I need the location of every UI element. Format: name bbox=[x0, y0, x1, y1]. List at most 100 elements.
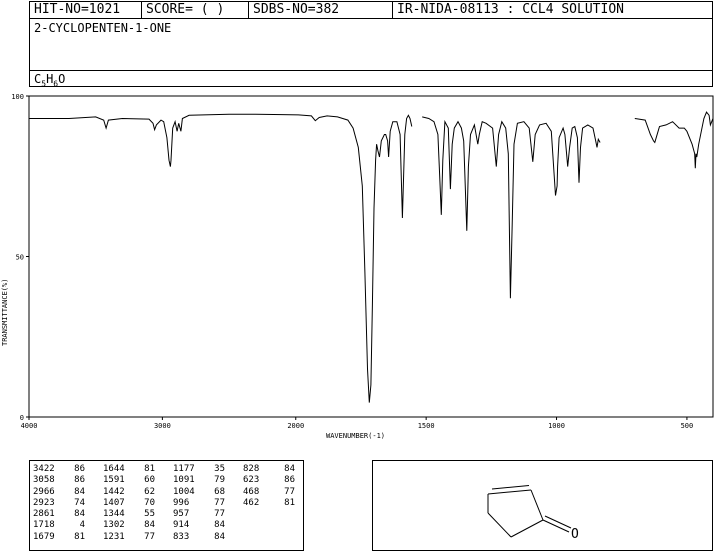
y-axis-label: TRANSMITTANCE(%) bbox=[1, 279, 9, 346]
peak-wavenumber: 2861 bbox=[33, 509, 55, 520]
axis-ticks: 4000 3000 2000 1500 1000 500 0 50 100 bbox=[11, 93, 693, 430]
peak-row: 2861 84 bbox=[33, 509, 85, 520]
peak-wavenumber: 2923 bbox=[33, 497, 55, 508]
peak-column: 1177 35 1091 79 1004 68 996 77 957 77 914 84 833 84 bbox=[173, 464, 225, 543]
y-tick-label: 50 bbox=[16, 254, 24, 262]
peak-wavenumber: 1177 bbox=[173, 464, 195, 474]
peak-row: 1302 84 bbox=[103, 520, 155, 531]
peak-wavenumber: 1407 bbox=[103, 497, 125, 508]
peak-wavenumber: 3058 bbox=[33, 475, 55, 486]
peak-table: 3422 86 3058 86 2966 84 2923 74 2861 84 1718 4 1679 8… bbox=[29, 460, 304, 551]
peak-transmittance: 84 bbox=[214, 531, 225, 542]
peak-row: 1344 55 bbox=[103, 509, 155, 520]
peak-wavenumber: 1004 bbox=[173, 486, 195, 497]
peak-wavenumber: 3422 bbox=[33, 464, 55, 474]
spectrum-svg: 4000 3000 2000 1500 1000 500 0 50 100 TRANSMITTA… bbox=[1, 93, 714, 440]
peak-transmittance: 74 bbox=[74, 497, 85, 508]
x-tick-label: 1500 bbox=[418, 422, 435, 430]
peak-row: 833 84 bbox=[173, 532, 225, 543]
formula-box: C5H6O bbox=[30, 70, 712, 88]
ring-bond bbox=[487, 512, 512, 538]
peak-wavenumber: 468 bbox=[243, 486, 260, 497]
peak-transmittance: 86 bbox=[74, 475, 85, 486]
peak-row: 828 84 bbox=[243, 464, 295, 475]
peak-row: 996 77 bbox=[173, 498, 225, 509]
peak-wavenumber: 1231 bbox=[103, 531, 125, 542]
y-tick-label: 100 bbox=[11, 93, 24, 101]
peak-wavenumber: 623 bbox=[243, 475, 260, 486]
peak-column: 1644 81 1591 60 1442 62 1407 70 1344 55 1302 84 1231… bbox=[103, 464, 155, 543]
peak-transmittance: 81 bbox=[284, 497, 295, 508]
x-axis-label: WAVENUMBER(-1) bbox=[326, 432, 385, 440]
oxygen-atom-label: O bbox=[571, 527, 579, 542]
peak-row: 1231 77 bbox=[103, 532, 155, 543]
header-info-row: HIT-NO=1021 SCORE= ( ) SDBS-NO=382 IR-NI… bbox=[30, 2, 712, 19]
peak-row: 3058 86 bbox=[33, 475, 85, 486]
x-tick-label: 2000 bbox=[287, 422, 304, 430]
peak-row: 1679 81 bbox=[33, 532, 85, 543]
peak-transmittance: 77 bbox=[144, 531, 155, 542]
sdbs-number: SDBS-NO=382 bbox=[248, 2, 392, 18]
spectrum-header: HIT-NO=1021 SCORE= ( ) SDBS-NO=382 IR-NI… bbox=[29, 1, 713, 88]
spectrum-segment bbox=[634, 111, 714, 169]
peak-row: 462 81 bbox=[243, 498, 295, 509]
ring-bond bbox=[510, 519, 544, 538]
peak-row: 957 77 bbox=[173, 509, 225, 520]
peak-wavenumber: 914 bbox=[173, 520, 190, 531]
peak-wavenumber: 828 bbox=[243, 464, 260, 474]
peak-transmittance: 86 bbox=[284, 475, 295, 486]
peak-wavenumber: 996 bbox=[173, 497, 190, 508]
source-info: IR-NIDA-08113 : CCL4 SOLUTION bbox=[392, 2, 712, 18]
carbonyl-bond bbox=[542, 519, 570, 533]
peak-row: 1442 62 bbox=[103, 487, 155, 498]
peak-wavenumber: 1442 bbox=[103, 486, 125, 497]
peak-row: 623 86 bbox=[243, 475, 295, 486]
hit-number: HIT-NO=1021 bbox=[34, 2, 121, 17]
peak-wavenumber: 1718 bbox=[33, 520, 55, 531]
peak-wavenumber: 1591 bbox=[103, 475, 125, 486]
y-tick-label: 0 bbox=[20, 414, 24, 422]
peak-transmittance: 77 bbox=[214, 509, 225, 520]
ring-bond bbox=[487, 489, 532, 495]
peak-wavenumber: 1644 bbox=[103, 464, 125, 474]
ir-spectrum-chart: 4000 3000 2000 1500 1000 500 0 50 100 TRANSMITTA… bbox=[0, 88, 715, 457]
peak-transmittance: 4 bbox=[79, 520, 85, 531]
peak-wavenumber: 1302 bbox=[103, 520, 125, 531]
peak-transmittance: 84 bbox=[284, 464, 295, 474]
peak-transmittance: 84 bbox=[74, 509, 85, 520]
peak-row: 1407 70 bbox=[103, 498, 155, 509]
peak-transmittance: 84 bbox=[74, 486, 85, 497]
peak-row: 914 84 bbox=[173, 520, 225, 531]
peak-row: 2966 84 bbox=[33, 487, 85, 498]
peak-transmittance: 35 bbox=[214, 464, 225, 474]
spectrum-segment bbox=[422, 116, 601, 299]
double-bond-line bbox=[491, 485, 530, 490]
peak-wavenumber: 1679 bbox=[33, 531, 55, 542]
peak-row: 1591 60 bbox=[103, 475, 155, 486]
structure-box: O bbox=[372, 460, 713, 551]
spectrum-curve bbox=[29, 111, 714, 403]
peak-wavenumber: 1091 bbox=[173, 475, 195, 486]
peak-transmittance: 62 bbox=[144, 486, 155, 497]
peak-row: 3422 86 bbox=[33, 464, 85, 475]
peak-row: 1644 81 bbox=[103, 464, 155, 475]
score: SCORE= ( ) bbox=[141, 2, 248, 18]
peak-wavenumber: 462 bbox=[243, 497, 260, 508]
peak-transmittance: 77 bbox=[214, 497, 225, 508]
peak-row: 2923 74 bbox=[33, 498, 85, 509]
peak-wavenumber: 1344 bbox=[103, 509, 125, 520]
peak-column: 3422 86 3058 86 2966 84 2923 74 2861 84 1718 4 1679 8… bbox=[33, 464, 85, 543]
x-tick-label: 1000 bbox=[548, 422, 565, 430]
spectrum-segment bbox=[29, 113, 413, 403]
peak-row: 1718 4 bbox=[33, 520, 85, 531]
compound-name: 2-CYCLOPENTEN-1-ONE bbox=[34, 21, 172, 35]
ring-bond bbox=[530, 489, 544, 521]
peak-transmittance: 79 bbox=[214, 475, 225, 486]
x-tick-label: 3000 bbox=[154, 422, 171, 430]
peak-wavenumber: 833 bbox=[173, 531, 190, 542]
peak-row: 468 77 bbox=[243, 487, 295, 498]
peak-column: 828 84 623 86 468 77 462 81 bbox=[243, 464, 295, 509]
peak-transmittance: 68 bbox=[214, 486, 225, 497]
peak-transmittance: 55 bbox=[144, 509, 155, 520]
peak-wavenumber: 2966 bbox=[33, 486, 55, 497]
